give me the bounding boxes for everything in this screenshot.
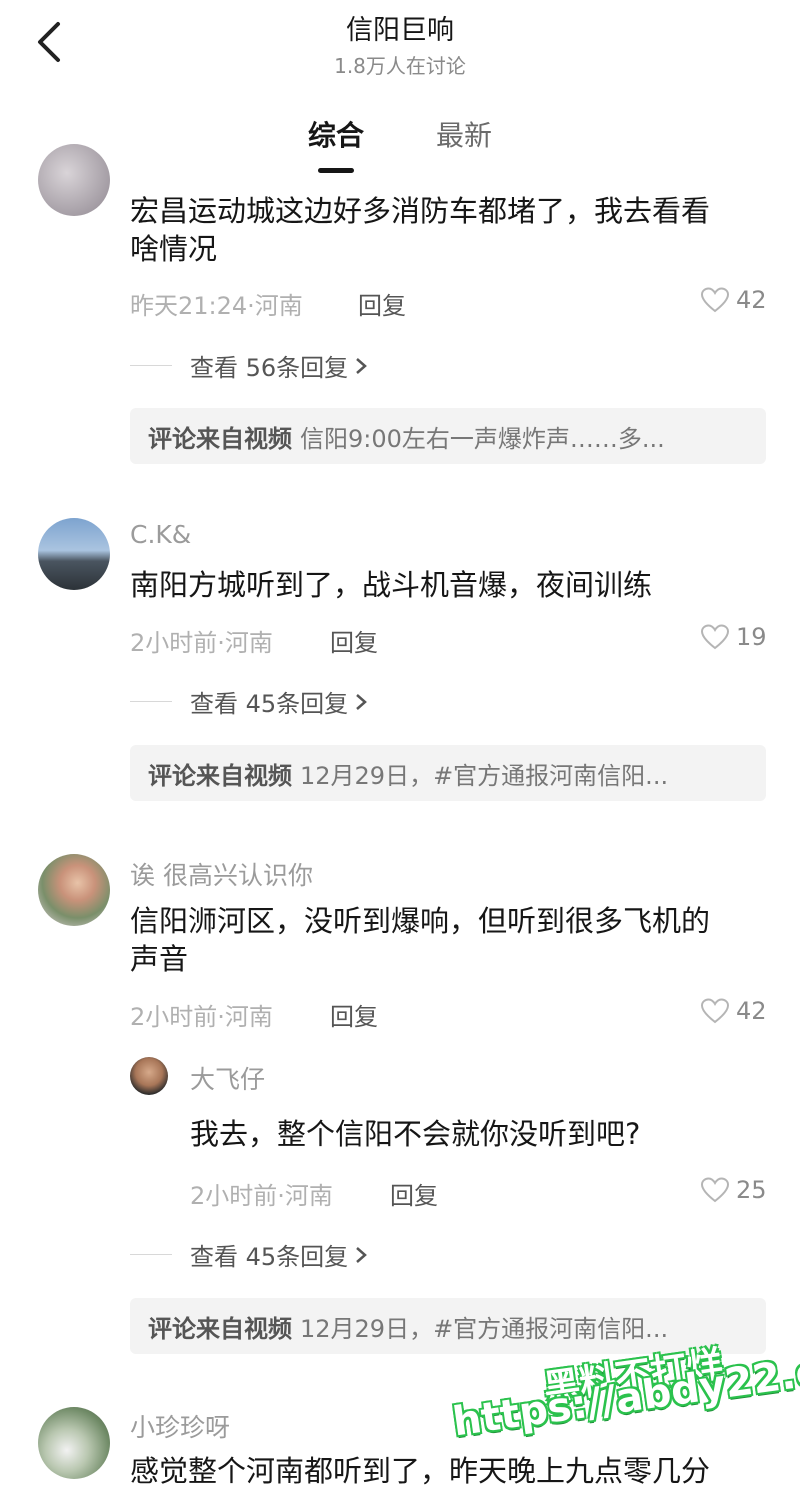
- chevron-right-icon: [356, 693, 368, 710]
- like-count: 25: [736, 1176, 767, 1204]
- reply-meta: 2小时前·河南: [190, 1182, 333, 1210]
- reply-button[interactable]: 回复: [330, 623, 378, 658]
- comment-text-continued: 声音: [130, 942, 189, 976]
- reply-avatar[interactable]: [130, 1057, 168, 1095]
- comment-text: 感觉整个河南都听到了，昨天晚上九点零几分: [130, 1454, 711, 1488]
- comment-text: 信阳浉河区，没听到爆响，但听到很多飞机的: [130, 904, 711, 938]
- source-label: 评论来自视频: [148, 1314, 292, 1343]
- tab-latest[interactable]: 最新: [428, 114, 500, 154]
- avatar[interactable]: [38, 144, 110, 216]
- avatar[interactable]: [38, 1407, 110, 1479]
- comment-meta: 昨天21:24·河南: [130, 292, 303, 320]
- reply-button[interactable]: 回复: [358, 286, 406, 321]
- source-text: 12月29日，#官方通报河南信阳...: [300, 1314, 669, 1343]
- reply-button[interactable]: 回复: [330, 997, 378, 1032]
- heart-icon: [700, 287, 730, 313]
- active-tab-indicator: [318, 168, 354, 173]
- heart-icon: [700, 998, 730, 1024]
- avatar[interactable]: [38, 518, 110, 590]
- divider: [130, 701, 172, 702]
- like-count: 19: [736, 623, 767, 651]
- comment-meta: 2小时前·河南: [130, 629, 273, 657]
- reply-username[interactable]: 大飞仔: [190, 1060, 265, 1096]
- like-button[interactable]: 19: [700, 623, 767, 651]
- like-count: 42: [736, 997, 767, 1025]
- reply-text: 我去，整个信阳不会就你没听到吧?: [190, 1117, 641, 1151]
- heart-icon: [700, 624, 730, 650]
- comment-text: 宏昌运动城这边好多消防车都堵了，我去看看: [130, 194, 711, 228]
- username[interactable]: 小珍珍呀: [130, 1408, 230, 1444]
- source-text: 12月29日，#官方通报河南信阳...: [300, 761, 669, 790]
- source-label: 评论来自视频: [148, 424, 292, 453]
- divider: [130, 365, 172, 366]
- view-replies-label: 查看 56条回复: [190, 354, 349, 382]
- tab-overall[interactable]: 综合: [300, 114, 372, 154]
- like-count: 42: [736, 286, 767, 314]
- chevron-right-icon: [356, 1246, 368, 1263]
- comment-text: 南阳方城听到了，战斗机音爆，夜间训练: [130, 568, 653, 602]
- source-video-link[interactable]: 评论来自视频 信阳9:00左右一声爆炸声……多...: [130, 408, 766, 464]
- view-replies-label: 查看 45条回复: [190, 1243, 349, 1271]
- username[interactable]: 诶 很高兴认识你: [130, 856, 313, 892]
- view-replies-button[interactable]: 查看 45条回复: [130, 684, 370, 719]
- source-video-link[interactable]: 评论来自视频 12月29日，#官方通报河南信阳...: [130, 745, 766, 801]
- source-text: 信阳9:00左右一声爆炸声……多...: [300, 424, 665, 453]
- like-button[interactable]: 42: [700, 286, 767, 314]
- divider: [130, 1254, 172, 1255]
- avatar[interactable]: [38, 854, 110, 926]
- view-replies-button[interactable]: 查看 56条回复: [130, 348, 370, 383]
- source-label: 评论来自视频: [148, 761, 292, 790]
- discussion-count: 1.8万人在讨论: [334, 54, 466, 78]
- comment-text-continued: 啥情况: [130, 232, 218, 266]
- view-replies-button[interactable]: 查看 45条回复: [130, 1237, 370, 1272]
- page-title: 信阳巨响: [346, 15, 454, 46]
- heart-icon: [700, 1177, 730, 1203]
- comment-meta: 2小时前·河南: [130, 1003, 273, 1031]
- view-replies-label: 查看 45条回复: [190, 690, 349, 718]
- like-button[interactable]: 25: [700, 1176, 767, 1204]
- like-button[interactable]: 42: [700, 997, 767, 1025]
- chevron-right-icon: [356, 357, 368, 374]
- username[interactable]: C.K&: [130, 520, 191, 549]
- reply-button[interactable]: 回复: [390, 1176, 438, 1211]
